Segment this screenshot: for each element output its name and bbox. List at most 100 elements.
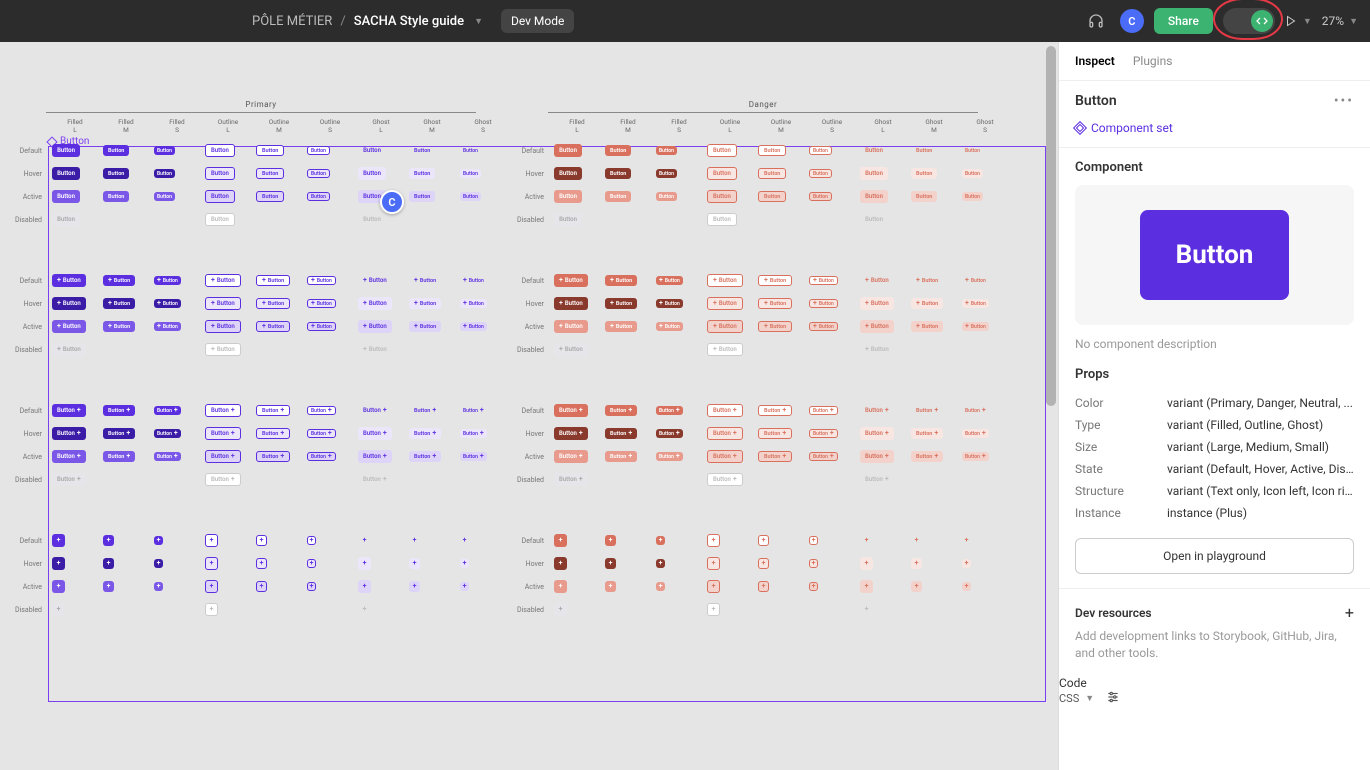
variant-button: Button	[962, 192, 983, 201]
variant-button: +	[554, 534, 567, 547]
variant-button: Button+	[860, 427, 894, 440]
variant-button: +Button	[809, 322, 838, 331]
prop-value: variant (Large, Medium, Small)	[1167, 440, 1354, 454]
variant-button: Button	[460, 146, 481, 155]
color-heading: Danger	[548, 100, 978, 113]
variant-button: Button	[605, 191, 631, 202]
variant-button: Button	[605, 145, 631, 156]
add-dev-resource-button[interactable]: +	[1345, 603, 1354, 622]
variant-button: Button+	[154, 429, 181, 438]
state-label: Disabled	[511, 598, 550, 621]
variant-button: Button+	[554, 427, 588, 440]
variant-button: Button+	[460, 452, 487, 461]
variant-button: +	[860, 580, 873, 593]
variant-button: Button+	[52, 427, 86, 440]
variant-button: Button+	[205, 473, 241, 486]
variant-button: +	[256, 535, 267, 546]
variant-button: +Button	[205, 343, 241, 356]
tab-plugins[interactable]: Plugins	[1133, 54, 1173, 68]
variant-button: +Button	[860, 297, 894, 310]
variant-button: Button	[358, 213, 386, 226]
share-button[interactable]: Share	[1154, 8, 1213, 34]
variant-button: +	[154, 582, 163, 591]
variant-button: +	[911, 581, 922, 592]
variant-button: Button	[307, 146, 330, 155]
prop-value: variant (Text only, Icon left, Icon rig.…	[1167, 484, 1354, 498]
code-lang-select[interactable]: CSS	[1059, 692, 1079, 705]
variant-button: Button	[205, 213, 235, 226]
scrollbar-vertical[interactable]	[1046, 46, 1056, 766]
variant-button: Button+	[809, 452, 838, 461]
variant-button: Button+	[205, 450, 241, 463]
present-button[interactable]: ▼	[1285, 15, 1312, 27]
variant-button: Button+	[758, 428, 792, 439]
variant-button: Button+	[758, 451, 792, 462]
variant-button: Button	[103, 168, 129, 179]
variant-button: +	[707, 557, 720, 570]
variant-button: +Button	[707, 274, 743, 287]
prop-key: Size	[1075, 440, 1167, 454]
variant-button: +	[460, 582, 469, 591]
variant-button: +Button	[52, 320, 86, 333]
variant-button: +	[707, 603, 720, 616]
variant-button: +	[409, 558, 420, 569]
component-set-link[interactable]: Component set	[1059, 121, 1370, 147]
code-settings-icon[interactable]	[1106, 690, 1120, 707]
tab-inspect[interactable]: Inspect	[1075, 54, 1115, 68]
variant-button: Button	[707, 167, 737, 180]
breadcrumb-org[interactable]: PÔLE MÉTIER	[252, 14, 332, 29]
variant-button: +Button	[860, 320, 894, 333]
variant-button: Button+	[860, 473, 894, 486]
variant-button: +	[307, 582, 316, 591]
prop-key: Structure	[1075, 484, 1167, 498]
open-playground-button[interactable]: Open in playground	[1075, 538, 1354, 574]
variant-button: Button+	[605, 428, 637, 439]
variant-button: Button	[307, 169, 330, 178]
variant-button: +	[962, 536, 971, 545]
variant-button: +Button	[154, 322, 181, 331]
devmode-badge[interactable]: Dev Mode	[501, 9, 574, 33]
variant-button: Button	[52, 144, 80, 157]
variant-button: Button	[205, 167, 235, 180]
variant-button: Button+	[460, 406, 487, 415]
variant-button: +	[605, 535, 616, 546]
chevron-down-icon[interactable]: ▼	[474, 16, 483, 27]
variant-button: Button+	[154, 406, 181, 415]
state-label: Active	[9, 575, 48, 598]
zoom-control[interactable]: 27%▼	[1322, 14, 1358, 28]
variant-button: Button	[911, 191, 937, 202]
variant-button: +Button	[605, 275, 637, 286]
variant-button: Button	[758, 168, 786, 179]
variant-button: +Button	[460, 322, 487, 331]
variant-button: +	[605, 581, 616, 592]
state-label: Default	[9, 139, 48, 162]
variant-button: +	[307, 559, 316, 568]
devmode-toggle[interactable]	[1223, 8, 1275, 34]
variant-button: +	[154, 536, 163, 545]
component-set-icon	[1073, 121, 1087, 135]
prop-key: State	[1075, 462, 1167, 476]
variant-button: +	[758, 581, 769, 592]
variant-button: Button+	[554, 450, 588, 463]
variant-button: +	[52, 603, 65, 616]
user-avatar[interactable]: C	[1120, 9, 1144, 33]
variant-button: +	[358, 534, 371, 547]
variant-button: Button+	[307, 429, 336, 438]
variant-button: +	[307, 536, 316, 545]
variant-button: +Button	[205, 297, 241, 310]
code-icon	[1251, 10, 1273, 32]
state-label: Disabled	[9, 338, 48, 361]
variant-button: +Button	[860, 343, 894, 356]
variant-button: Button	[758, 145, 786, 156]
breadcrumb-file[interactable]: SACHA Style guide	[354, 14, 464, 29]
canvas[interactable]: Button PrimaryFilledLFilledMFilledSOutli…	[0, 42, 1058, 770]
collaborator-cursor: C	[380, 190, 404, 214]
state-label: Default	[9, 269, 48, 292]
variant-button: Button	[962, 146, 983, 155]
variant-button: Button	[52, 190, 80, 203]
headphones-icon[interactable]	[1082, 7, 1110, 35]
variant-button: Button	[358, 167, 386, 180]
variant-button: +Button	[358, 343, 392, 356]
variant-button: Button+	[707, 450, 743, 463]
more-icon[interactable]: •••	[1334, 93, 1354, 109]
